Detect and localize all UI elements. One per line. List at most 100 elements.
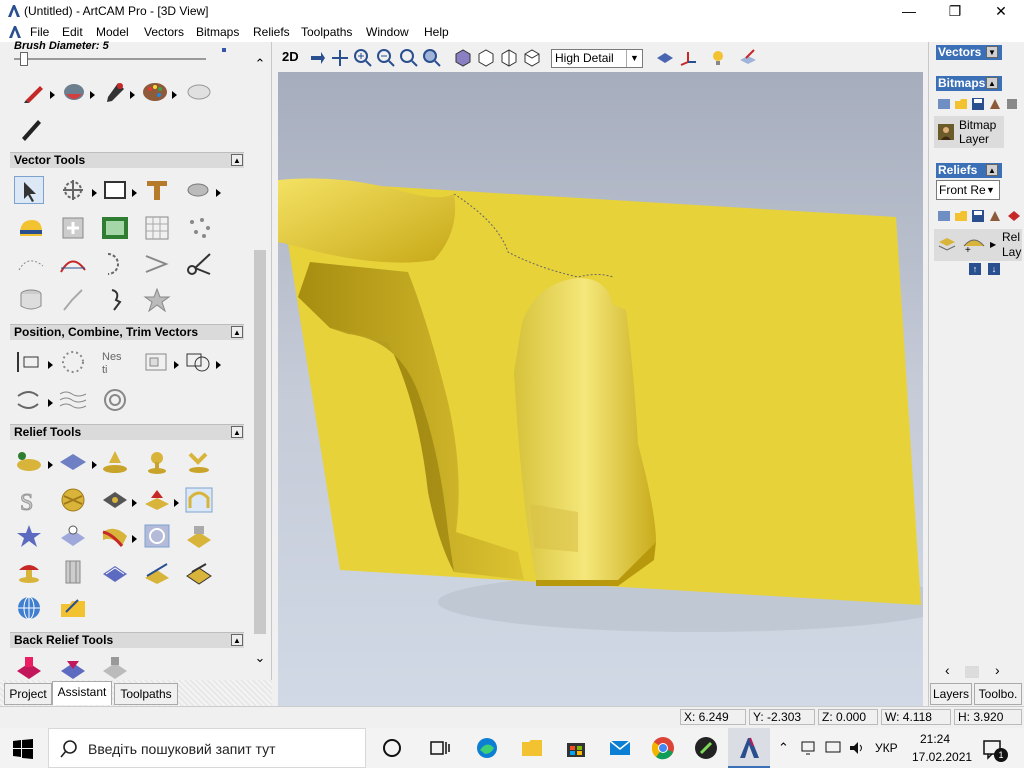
iso-view-icon[interactable] (453, 48, 473, 68)
flat-plane-icon[interactable] (58, 448, 88, 476)
group-icon[interactable] (142, 348, 172, 376)
chevron-right-icon[interactable] (216, 186, 221, 197)
pen-tool-icon[interactable] (20, 78, 50, 106)
menu-file[interactable]: File (30, 25, 49, 39)
show-hidden-icons-icon[interactable]: ⌃ (778, 740, 789, 756)
chevron-right-icon[interactable] (48, 458, 53, 469)
bitmap-delete-icon[interactable] (1006, 97, 1018, 111)
display-icon[interactable] (824, 740, 842, 756)
chevron-right-icon[interactable]: › (995, 662, 1000, 678)
tab-layers[interactable]: Layers (930, 683, 972, 705)
reliefs-header[interactable]: Reliefs ▲ (936, 163, 1002, 178)
chevron-right-icon[interactable]: ▶ (990, 240, 996, 249)
menu-bitmaps[interactable]: Bitmaps (196, 25, 239, 39)
vector-texture-icon[interactable] (184, 176, 214, 204)
open-folder-icon[interactable] (954, 97, 968, 111)
angled-plane-icon[interactable] (100, 448, 130, 476)
bitmaps-header[interactable]: Bitmaps ▲ (936, 76, 1002, 91)
tab-assistant[interactable]: Assistant (52, 681, 112, 705)
position-combine-trim-header[interactable]: Position, Combine, Trim Vectors ▲ (10, 324, 244, 340)
collapse-up-icon[interactable]: ▲ (986, 164, 998, 176)
weave-icon[interactable] (58, 486, 88, 514)
reset-relief-icon[interactable] (142, 486, 172, 514)
select-arrow-icon[interactable] (14, 176, 44, 204)
spin-icon[interactable] (184, 448, 214, 476)
chevron-right-icon[interactable] (50, 88, 55, 99)
chevron-left-icon[interactable]: ‹ (945, 662, 950, 678)
zoom-out-icon[interactable] (376, 48, 396, 68)
collapse-icon[interactable]: ▲ (231, 154, 243, 166)
windows-start-icon[interactable] (12, 738, 34, 760)
split-relief-icon[interactable] (142, 558, 172, 586)
offset-wave-icon[interactable] (58, 386, 88, 414)
task-view-icon[interactable] (380, 736, 404, 760)
relief-tools-header[interactable]: Relief Tools ▲ (10, 424, 244, 440)
star-relief-icon[interactable] (14, 522, 44, 550)
chevron-right-icon[interactable] (48, 358, 53, 369)
collapse-icon[interactable]: ▲ (231, 326, 243, 338)
maximize-button[interactable]: ❐ (932, 0, 978, 22)
tab-project[interactable]: Project (4, 683, 52, 705)
zoom-window-icon[interactable] (399, 48, 419, 68)
weld-icon[interactable] (184, 348, 214, 376)
front-view-icon[interactable] (476, 48, 496, 68)
axes-icon[interactable] (678, 48, 698, 68)
arch-relief-icon[interactable] (184, 486, 214, 514)
curve-dots-icon[interactable] (16, 250, 46, 278)
paint-bucket-icon[interactable] (60, 78, 90, 106)
polyline-icon[interactable] (142, 250, 172, 278)
menu-model[interactable]: Model (96, 25, 129, 39)
eyedropper-icon[interactable] (100, 78, 130, 106)
top-view-icon[interactable] (522, 48, 542, 68)
volume-icon[interactable] (848, 740, 866, 756)
tab-toolpaths[interactable]: Toolpaths (114, 683, 178, 705)
chrome-icon[interactable] (651, 736, 675, 760)
face-relief-icon[interactable] (100, 486, 130, 514)
artcam-taskbar-button[interactable] (728, 728, 770, 768)
chevron-right-icon[interactable] (216, 358, 221, 369)
face-profile-icon[interactable] (100, 286, 130, 314)
menu-reliefs[interactable]: Reliefs (253, 25, 290, 39)
network-icon[interactable] (800, 740, 818, 756)
eraser-icon[interactable] (184, 78, 214, 106)
folder-relief-icon[interactable] (58, 594, 88, 622)
grid-icon[interactable] (142, 214, 172, 242)
slice-relief-icon[interactable] (100, 558, 130, 586)
back-relief-blue-icon[interactable] (58, 654, 88, 680)
back-relief-pink-icon[interactable] (14, 654, 44, 680)
smooth-brush-icon[interactable] (16, 114, 46, 142)
scatter-icon[interactable] (184, 214, 214, 242)
chevron-right-icon[interactable] (132, 532, 137, 543)
edge-browser-icon[interactable] (475, 736, 499, 760)
swept-s-icon[interactable]: S (14, 486, 44, 515)
chevron-right-icon[interactable] (130, 88, 135, 99)
text-tool-icon[interactable] (142, 176, 172, 204)
timeline-icon[interactable] (428, 736, 452, 760)
input-language-indicator[interactable]: УКР (875, 741, 898, 755)
close-button[interactable]: ✕ (978, 0, 1024, 22)
shading-icon[interactable] (655, 48, 675, 68)
helmet-icon[interactable] (16, 214, 46, 242)
text-grid-icon[interactable] (100, 214, 130, 242)
vectors-header[interactable]: Vectors ▼ (936, 45, 1002, 60)
cylinder-icon[interactable] (16, 286, 46, 314)
new-relief-icon[interactable] (937, 209, 951, 223)
scroll-up-icon[interactable]: ⌃ (252, 56, 268, 72)
collapse-down-icon[interactable]: ▼ (986, 46, 998, 58)
chevron-down-icon[interactable]: ▼ (986, 185, 995, 195)
star-icon[interactable] (142, 286, 172, 314)
file-explorer-icon[interactable] (520, 736, 544, 760)
rotate-view-icon[interactable] (307, 48, 327, 68)
save-relief-icon[interactable] (971, 209, 985, 223)
move-layer-up-icon[interactable]: ↑ (969, 263, 981, 275)
align-icon[interactable] (14, 348, 44, 376)
menu-help[interactable]: Help (424, 25, 449, 39)
bezier-icon[interactable] (58, 250, 88, 278)
mail-icon[interactable] (608, 736, 632, 760)
chevron-right-icon[interactable] (174, 358, 179, 369)
back-relief-grey-icon[interactable] (100, 654, 130, 680)
3d-view[interactable] (278, 72, 923, 706)
open-relief-icon[interactable] (954, 209, 968, 223)
scissors-icon[interactable] (184, 250, 214, 278)
menu-vectors[interactable]: Vectors (144, 25, 184, 39)
